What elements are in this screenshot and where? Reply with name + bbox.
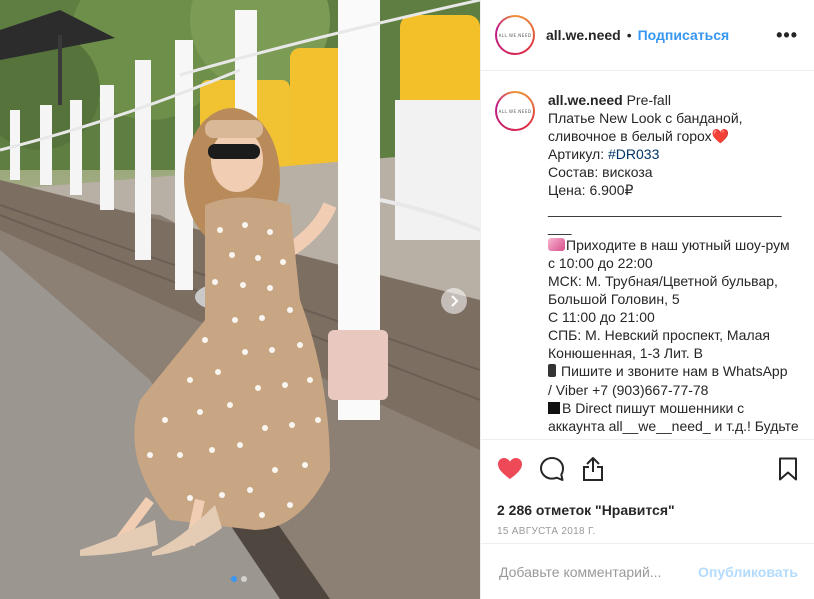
caption-area[interactable]: ALL.WE.NEED all.we.need Pre-fall Платье … xyxy=(481,72,814,439)
caption-line: Цена: 6.900₽ xyxy=(548,182,634,199)
carousel-next-button[interactable] xyxy=(441,288,467,314)
caption-line: Платье New Look с банданой, xyxy=(548,110,743,127)
caption-line: Большой Головин, 5 xyxy=(548,291,680,308)
hashtag-link[interactable]: #DR033 xyxy=(608,146,659,162)
caption-line: с 10:00 до 22:00 xyxy=(548,254,653,271)
post-date[interactable]: 15 августа 2018 г. xyxy=(497,526,798,537)
caption-username[interactable]: all.we.need xyxy=(548,92,623,108)
likes-count[interactable]: 2 286 отметок "Нравится" xyxy=(497,502,798,518)
header-username[interactable]: all.we.need xyxy=(546,27,621,43)
carousel-dot xyxy=(231,576,237,582)
caption-line: / Viber +7 (903)667-77-78 xyxy=(548,381,709,398)
caption-line: С 11:00 до 21:00 xyxy=(548,309,655,326)
caption-line: СПБ: М. Невский проспект, Малая xyxy=(548,327,770,344)
caption-avatar[interactable]: ALL.WE.NEED xyxy=(495,91,535,131)
black-square-icon xyxy=(548,401,560,414)
comment-input[interactable] xyxy=(499,563,699,580)
share-upload-icon[interactable] xyxy=(581,456,605,482)
caption-line: Артикул: xyxy=(548,146,608,163)
bookmark-icon[interactable] xyxy=(778,457,798,481)
heart-filled-icon[interactable] xyxy=(497,457,523,481)
heart-emoji-icon: ❤️ xyxy=(711,128,730,145)
publish-button[interactable]: Опубликовать xyxy=(698,564,798,580)
photo-illustration xyxy=(0,0,480,599)
more-options-icon[interactable]: ••• xyxy=(776,25,798,46)
post-actions: 2 286 отметок "Нравится" 15 августа 2018… xyxy=(481,439,814,537)
caption-line: В Direct пишут мошенники с xyxy=(562,399,745,416)
mobile-phone-icon xyxy=(548,364,556,378)
caption-divider: ___ xyxy=(548,218,572,235)
post-header: ALL.WE.NEED all.we.need • Подписаться ••… xyxy=(481,0,814,71)
caption-line: МСК: М. Трубная/Цветной бульвар, xyxy=(548,272,778,289)
carousel-dot xyxy=(241,576,247,582)
caption-line: Приходите в наш уютный шоу-рум xyxy=(566,236,790,253)
avatar-logo-text: ALL.WE.NEED xyxy=(498,32,532,38)
caption-line: Пишите и звоните нам в WhatsApp xyxy=(561,363,788,380)
follow-button[interactable]: Подписаться xyxy=(638,27,730,43)
header-separator: • xyxy=(626,27,632,43)
avatar[interactable]: ALL.WE.NEED xyxy=(495,15,535,55)
post-photo[interactable] xyxy=(0,0,480,599)
caption-line: Состав: вискоза xyxy=(548,164,653,181)
caption-line: аккаунта all__we__need_ и т.д.! Будьте xyxy=(548,417,799,434)
caption-line: Конюшенная, 1-3 Лит. В xyxy=(548,345,703,362)
post-side-panel: ALL.WE.NEED all.we.need • Подписаться ••… xyxy=(480,0,814,599)
chevron-right-icon xyxy=(451,295,459,307)
caption-line: Pre-fall xyxy=(622,92,671,108)
comment-bar: Опубликовать xyxy=(481,543,814,599)
carousel-indicator xyxy=(231,576,247,582)
caption-avatar-logo-text: ALL.WE.NEED xyxy=(498,108,532,114)
comment-bubble-icon[interactable] xyxy=(539,456,565,482)
shopping-bags-icon xyxy=(548,237,565,251)
caption-text: all.we.need Pre-fall Платье New Look с б… xyxy=(548,91,800,435)
caption-divider: ______________________________ xyxy=(548,200,782,217)
caption-line: сливочное в белый горох xyxy=(548,128,712,145)
